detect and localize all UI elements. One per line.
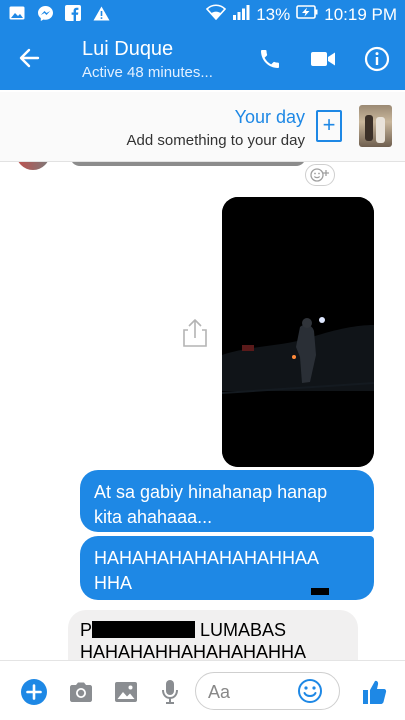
conversation-header: Lui Duque Active 48 minutes...	[0, 28, 405, 90]
plus-icon[interactable]	[20, 678, 48, 706]
contact-name[interactable]: Lui Duque	[82, 38, 173, 61]
video-message[interactable]	[222, 197, 374, 467]
messenger-notification-icon	[36, 5, 54, 21]
message-input[interactable]	[208, 681, 298, 703]
message-input-box[interactable]	[195, 672, 340, 710]
back-arrow-icon[interactable]	[18, 46, 46, 72]
signal-icon	[232, 4, 250, 25]
system-status: 13% 10:19 PM	[206, 4, 397, 25]
previous-message-edge	[70, 162, 306, 166]
sent-message[interactable]: HAHAHAHAHAHAHAHHAA HHA	[80, 536, 374, 600]
phone-icon[interactable]	[255, 44, 285, 74]
night-video-frame	[222, 197, 374, 467]
gallery-notification-icon	[8, 5, 26, 21]
message-composer	[0, 660, 405, 720]
add-story-button[interactable]: +	[316, 110, 342, 142]
sent-message[interactable]: At sa gabiy hinahanap hanap kita ahahaaa…	[80, 470, 374, 532]
story-thumbnail-figure	[376, 117, 385, 143]
warning-notification-icon	[92, 5, 110, 21]
thumbs-up-icon[interactable]	[360, 678, 388, 706]
avatar	[16, 162, 50, 170]
facebook-notification-icon	[64, 5, 82, 21]
status-bar: 13% 10:19 PM	[0, 0, 405, 28]
received-message-suffix: LUMABAS	[200, 620, 287, 640]
story-thumbnail-figure	[365, 115, 373, 141]
story-thumbnail[interactable]	[359, 105, 392, 147]
your-day-title[interactable]: Your day	[235, 107, 305, 128]
received-message-line: HAHAHAHHAHAHAHAHHA	[80, 642, 307, 660]
redaction-bar	[92, 621, 196, 638]
camera-icon[interactable]	[67, 678, 95, 706]
wifi-icon	[206, 4, 227, 25]
received-message[interactable]: P LUMABAS HAHAHAHHAHAHAHAHHA	[68, 610, 358, 660]
your-day-subtitle: Add something to your day	[126, 132, 305, 149]
your-day-bar[interactable]: Your day Add something to your day +	[0, 92, 405, 162]
redaction-bar	[311, 588, 329, 595]
received-message-prefix: P	[80, 620, 93, 640]
video-camera-icon[interactable]	[308, 44, 338, 74]
emoji-icon[interactable]	[297, 678, 323, 709]
clock: 10:19 PM	[324, 4, 397, 24]
notification-icons	[8, 5, 110, 21]
message-thread[interactable]: At sa gabiy hinahanap hanap kita ahahaaa…	[0, 162, 405, 660]
add-reaction-icon[interactable]	[305, 164, 335, 186]
share-icon[interactable]	[180, 317, 212, 351]
microphone-icon[interactable]	[156, 678, 184, 706]
battery-charging-icon	[296, 4, 318, 25]
active-status: Active 48 minutes...	[82, 64, 213, 81]
gallery-icon[interactable]	[112, 678, 140, 706]
battery-percent: 13%	[256, 4, 291, 24]
info-icon[interactable]	[362, 44, 392, 74]
